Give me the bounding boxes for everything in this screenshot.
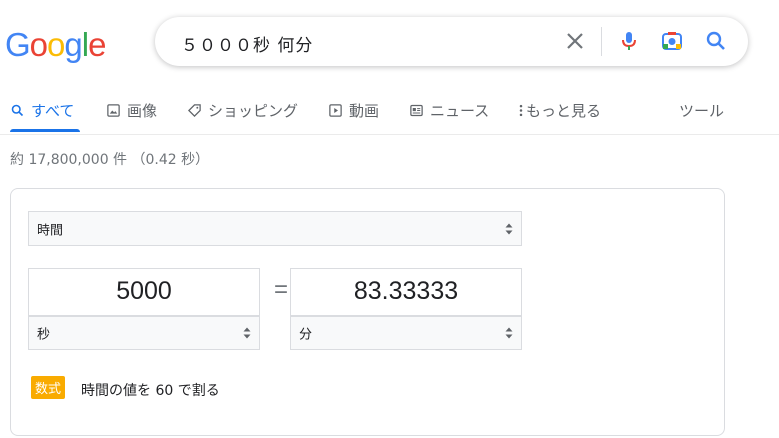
tag-icon bbox=[187, 104, 201, 118]
tab-label: 画像 bbox=[127, 102, 158, 120]
tab-more[interactable]: もっと見る bbox=[518, 100, 601, 121]
clear-icon[interactable] bbox=[563, 29, 587, 53]
tab-news[interactable]: ニュース bbox=[409, 100, 489, 121]
unit-converter-card: 時間 5000 秒 = 83.33333 分 数式 時間の値を 60 で割る bbox=[10, 188, 725, 436]
search-input[interactable]: ５０００秒 何分 bbox=[181, 31, 313, 56]
tab-label: すべて bbox=[31, 102, 75, 120]
tab-label: ツール bbox=[679, 102, 725, 120]
from-unit-select[interactable]: 秒 bbox=[28, 316, 260, 350]
tab-label: ニュース bbox=[430, 102, 490, 120]
unit-type-value: 時間 bbox=[37, 223, 64, 238]
news-icon bbox=[410, 104, 423, 117]
logo-letter: g bbox=[64, 26, 82, 63]
tab-label: もっと見る bbox=[526, 102, 602, 120]
tab-tools[interactable]: ツール bbox=[679, 100, 724, 121]
formula-text: 時間の値を 60 で割る bbox=[81, 383, 220, 399]
formula-badge: 数式 bbox=[31, 376, 66, 399]
logo-letter: G bbox=[5, 26, 31, 63]
to-unit-value: 分 bbox=[299, 327, 313, 343]
from-value-input[interactable]: 5000 bbox=[28, 268, 260, 316]
google-logo[interactable]: Google bbox=[5, 26, 106, 64]
tab-shopping[interactable]: ショッピング bbox=[187, 100, 298, 121]
result-stats: 約 17,800,000 件 （0.42 秒） bbox=[10, 152, 210, 168]
active-tab-indicator bbox=[10, 129, 80, 132]
search-box[interactable]: ５０００秒 何分 bbox=[155, 17, 748, 66]
select-arrows-icon bbox=[505, 327, 513, 339]
unit-type-select[interactable]: 時間 bbox=[28, 211, 522, 246]
camera-lens-icon[interactable] bbox=[660, 29, 684, 53]
logo-letter: o bbox=[47, 26, 65, 63]
tab-images[interactable]: 画像 bbox=[106, 100, 157, 121]
tab-videos[interactable]: 動画 bbox=[328, 100, 379, 121]
image-icon bbox=[107, 104, 120, 117]
to-unit-select[interactable]: 分 bbox=[290, 316, 522, 350]
select-arrows-icon bbox=[505, 223, 513, 234]
logo-letter: e bbox=[88, 26, 106, 63]
tab-all[interactable]: すべて bbox=[10, 100, 74, 121]
tab-label: ショッピング bbox=[208, 102, 299, 120]
play-icon bbox=[329, 104, 342, 117]
logo-letter: o bbox=[29, 26, 48, 63]
search-divider bbox=[601, 27, 602, 56]
microphone-icon[interactable] bbox=[617, 29, 641, 53]
to-value-input[interactable]: 83.33333 bbox=[290, 268, 522, 316]
search-tabs: すべて 画像 ショッピング 動画 ニュース もっと見る ツール bbox=[0, 96, 779, 135]
from-unit-value: 秒 bbox=[37, 327, 51, 343]
more-vert-icon bbox=[519, 104, 523, 117]
search-icon[interactable] bbox=[704, 29, 728, 53]
select-arrows-icon bbox=[243, 327, 251, 339]
tab-label: 動画 bbox=[349, 102, 380, 120]
equals-sign: = bbox=[274, 276, 289, 303]
search-icon bbox=[11, 104, 24, 117]
